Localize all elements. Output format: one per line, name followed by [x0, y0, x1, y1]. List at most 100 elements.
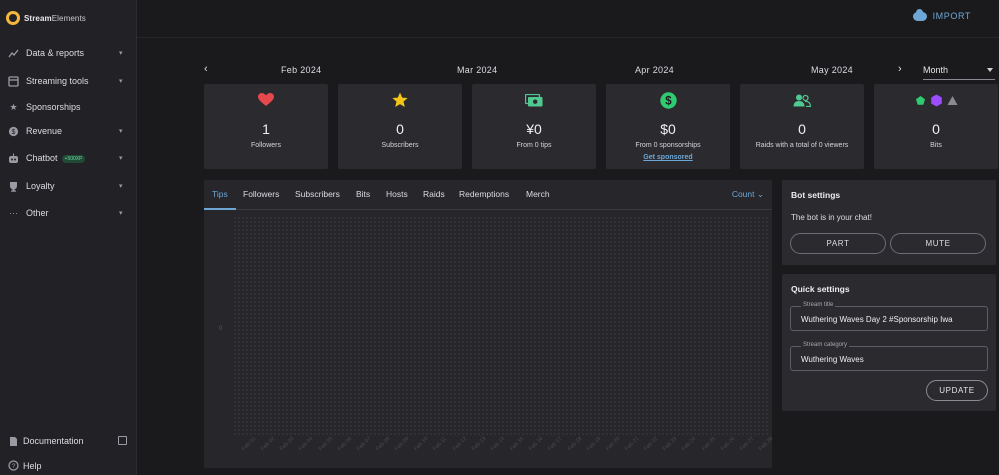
stream-title-value: Wuthering Waves Day 2 #Sponsorship Iwa — [801, 315, 953, 324]
sidebar-item-label: Streaming tools — [26, 76, 89, 86]
sidebar-item-loyalty[interactable]: Loyalty ▾ — [0, 176, 137, 196]
tab-bits[interactable]: Bits — [356, 189, 370, 199]
tools-icon — [8, 75, 19, 87]
streamelements-logo-icon — [6, 11, 20, 25]
x-tick-label: Feb 26 — [719, 435, 737, 453]
period-select[interactable]: Month — [923, 65, 995, 80]
heart-icon — [258, 93, 274, 106]
dollar-circle-icon: $ — [8, 126, 19, 137]
month-label[interactable]: May 2024 — [811, 65, 853, 75]
bot-settings-title: Bot settings — [791, 190, 841, 200]
month-label[interactable]: Mar 2024 — [457, 65, 497, 75]
help-icon: ? — [8, 460, 19, 471]
streamelements-logo[interactable]: StreamElements — [6, 11, 86, 25]
sidebar-item-other[interactable]: ··· Other ▾ — [0, 203, 137, 223]
chart-tabs: Tips Followers Subscribers Bits Hosts Ra… — [204, 180, 772, 210]
logo-text-rest: Elements — [51, 13, 86, 23]
update-button[interactable]: UPDATE — [926, 380, 988, 401]
chart-panel: Tips Followers Subscribers Bits Hosts Ra… — [204, 180, 774, 468]
x-tick-label: Feb 12 — [451, 435, 468, 453]
bot-status-text: The bot is in your chat! — [791, 213, 872, 222]
x-tick-label: Feb 21 — [623, 435, 641, 453]
stat-value: 0 — [798, 121, 806, 137]
tab-redemptions[interactable]: Redemptions — [459, 189, 509, 199]
xp-badge: +500XP — [61, 154, 86, 163]
sidebar-item-revenue[interactable]: $ Revenue ▾ — [0, 121, 137, 141]
chevron-left-icon[interactable]: ‹ — [204, 63, 208, 75]
bits-purple-gem-icon — [930, 94, 942, 106]
bits-green-gem-icon — [915, 95, 925, 105]
x-tick-label: Feb 24 — [681, 435, 698, 453]
dots-icon: ··· — [9, 207, 18, 218]
tab-tips[interactable]: Tips — [212, 189, 228, 199]
sidebar-item-label: Chatbot — [26, 153, 58, 163]
sidebar-item-streaming-tools[interactable]: Streaming tools ▾ — [0, 71, 137, 91]
import-button[interactable]: IMPORT — [912, 8, 971, 21]
sidebar-item-help[interactable]: ? Help — [0, 456, 137, 475]
svg-text:$: $ — [12, 129, 16, 136]
x-tick-label: Feb 09 — [394, 435, 411, 453]
stat-label: From 0 sponsorships — [635, 142, 701, 149]
sidebar-item-data-reports[interactable]: Data & reports ▾ — [0, 43, 137, 63]
sidebar-item-label: Revenue — [26, 126, 63, 136]
chevron-right-icon[interactable]: › — [898, 63, 902, 75]
chevron-down-icon: ▾ — [119, 155, 123, 162]
part-button[interactable]: PART — [790, 233, 886, 254]
stream-title-field[interactable]: Stream title Wuthering Waves Day 2 #Spon… — [790, 302, 988, 331]
x-tick-label: Feb 07 — [355, 435, 373, 453]
metric-select[interactable]: Count ⌄ — [732, 189, 764, 200]
logo-text-brand: Stream — [24, 13, 52, 23]
sidebar-item-sponsorships[interactable]: ★ Sponsorships — [0, 97, 137, 117]
sidebar-item-chatbot[interactable]: Chatbot +500XP ▾ — [0, 148, 137, 168]
x-tick-label: Feb 25 — [700, 435, 717, 453]
stat-label: Followers — [251, 142, 281, 149]
sidebar-item-label: Documentation — [23, 436, 84, 446]
sidebar-item-label: Data & reports — [26, 48, 85, 58]
month-label[interactable]: Apr 2024 — [635, 65, 674, 75]
stream-category-value: Wuthering Waves — [801, 355, 864, 364]
quick-settings-title: Quick settings — [791, 284, 850, 294]
tab-raids[interactable]: Raids — [423, 189, 445, 199]
tab-hosts[interactable]: Hosts — [386, 189, 408, 199]
x-tick-label: Feb 27 — [738, 435, 756, 453]
x-tick-label: Feb 18 — [566, 435, 583, 453]
chart-plot-area — [233, 216, 770, 436]
sidebar-item-documentation[interactable]: Documentation — [0, 431, 137, 451]
chevron-down-icon: ▾ — [119, 183, 123, 190]
svg-text:$: $ — [665, 95, 672, 107]
stat-label: Bits — [930, 142, 942, 149]
active-tab-indicator — [204, 208, 236, 210]
x-tick-label: Feb 03 — [279, 435, 296, 453]
stream-category-field[interactable]: Stream category Wuthering Waves — [790, 342, 988, 371]
stat-value: $0 — [660, 121, 676, 137]
cloud-upload-icon — [912, 8, 927, 21]
x-tick-label: Feb 08 — [375, 435, 392, 453]
sidebar-item-label: Other — [26, 208, 49, 218]
tab-merch[interactable]: Merch — [526, 189, 550, 199]
x-tick-label: Feb 01 — [241, 435, 258, 453]
chevron-down-icon: ▾ — [119, 128, 123, 135]
bits-gray-gem-icon — [947, 95, 957, 105]
x-tick-label: Feb 19 — [585, 435, 603, 453]
tab-subscribers[interactable]: Subscribers — [295, 189, 340, 199]
month-label[interactable]: Feb 2024 — [281, 65, 321, 75]
chart-line-icon — [8, 48, 19, 59]
x-tick-label: Feb 22 — [643, 435, 660, 453]
stat-label: Subscribers — [381, 142, 419, 149]
chevron-down-icon: ▾ — [119, 50, 123, 57]
stat-value: 0 — [396, 121, 404, 137]
mute-button[interactable]: MUTE — [890, 233, 986, 254]
x-tick-label: Feb 15 — [509, 435, 526, 453]
x-tick-label: Feb 23 — [662, 435, 679, 453]
chart-svg — [233, 216, 770, 436]
stat-card-raids: 0 Raids with a total of 0 viewers — [740, 84, 864, 169]
stat-value: 1 — [262, 121, 270, 137]
x-tick-label: Feb 13 — [470, 435, 488, 453]
tab-followers[interactable]: Followers — [243, 189, 279, 199]
robot-icon — [8, 153, 19, 164]
stream-category-label: Stream category — [801, 342, 850, 348]
document-icon — [8, 436, 19, 447]
top-bar: IMPORT — [137, 0, 999, 38]
get-sponsored-link[interactable]: Get sponsored — [606, 154, 730, 161]
dollar-circle-icon: $ — [659, 91, 677, 109]
